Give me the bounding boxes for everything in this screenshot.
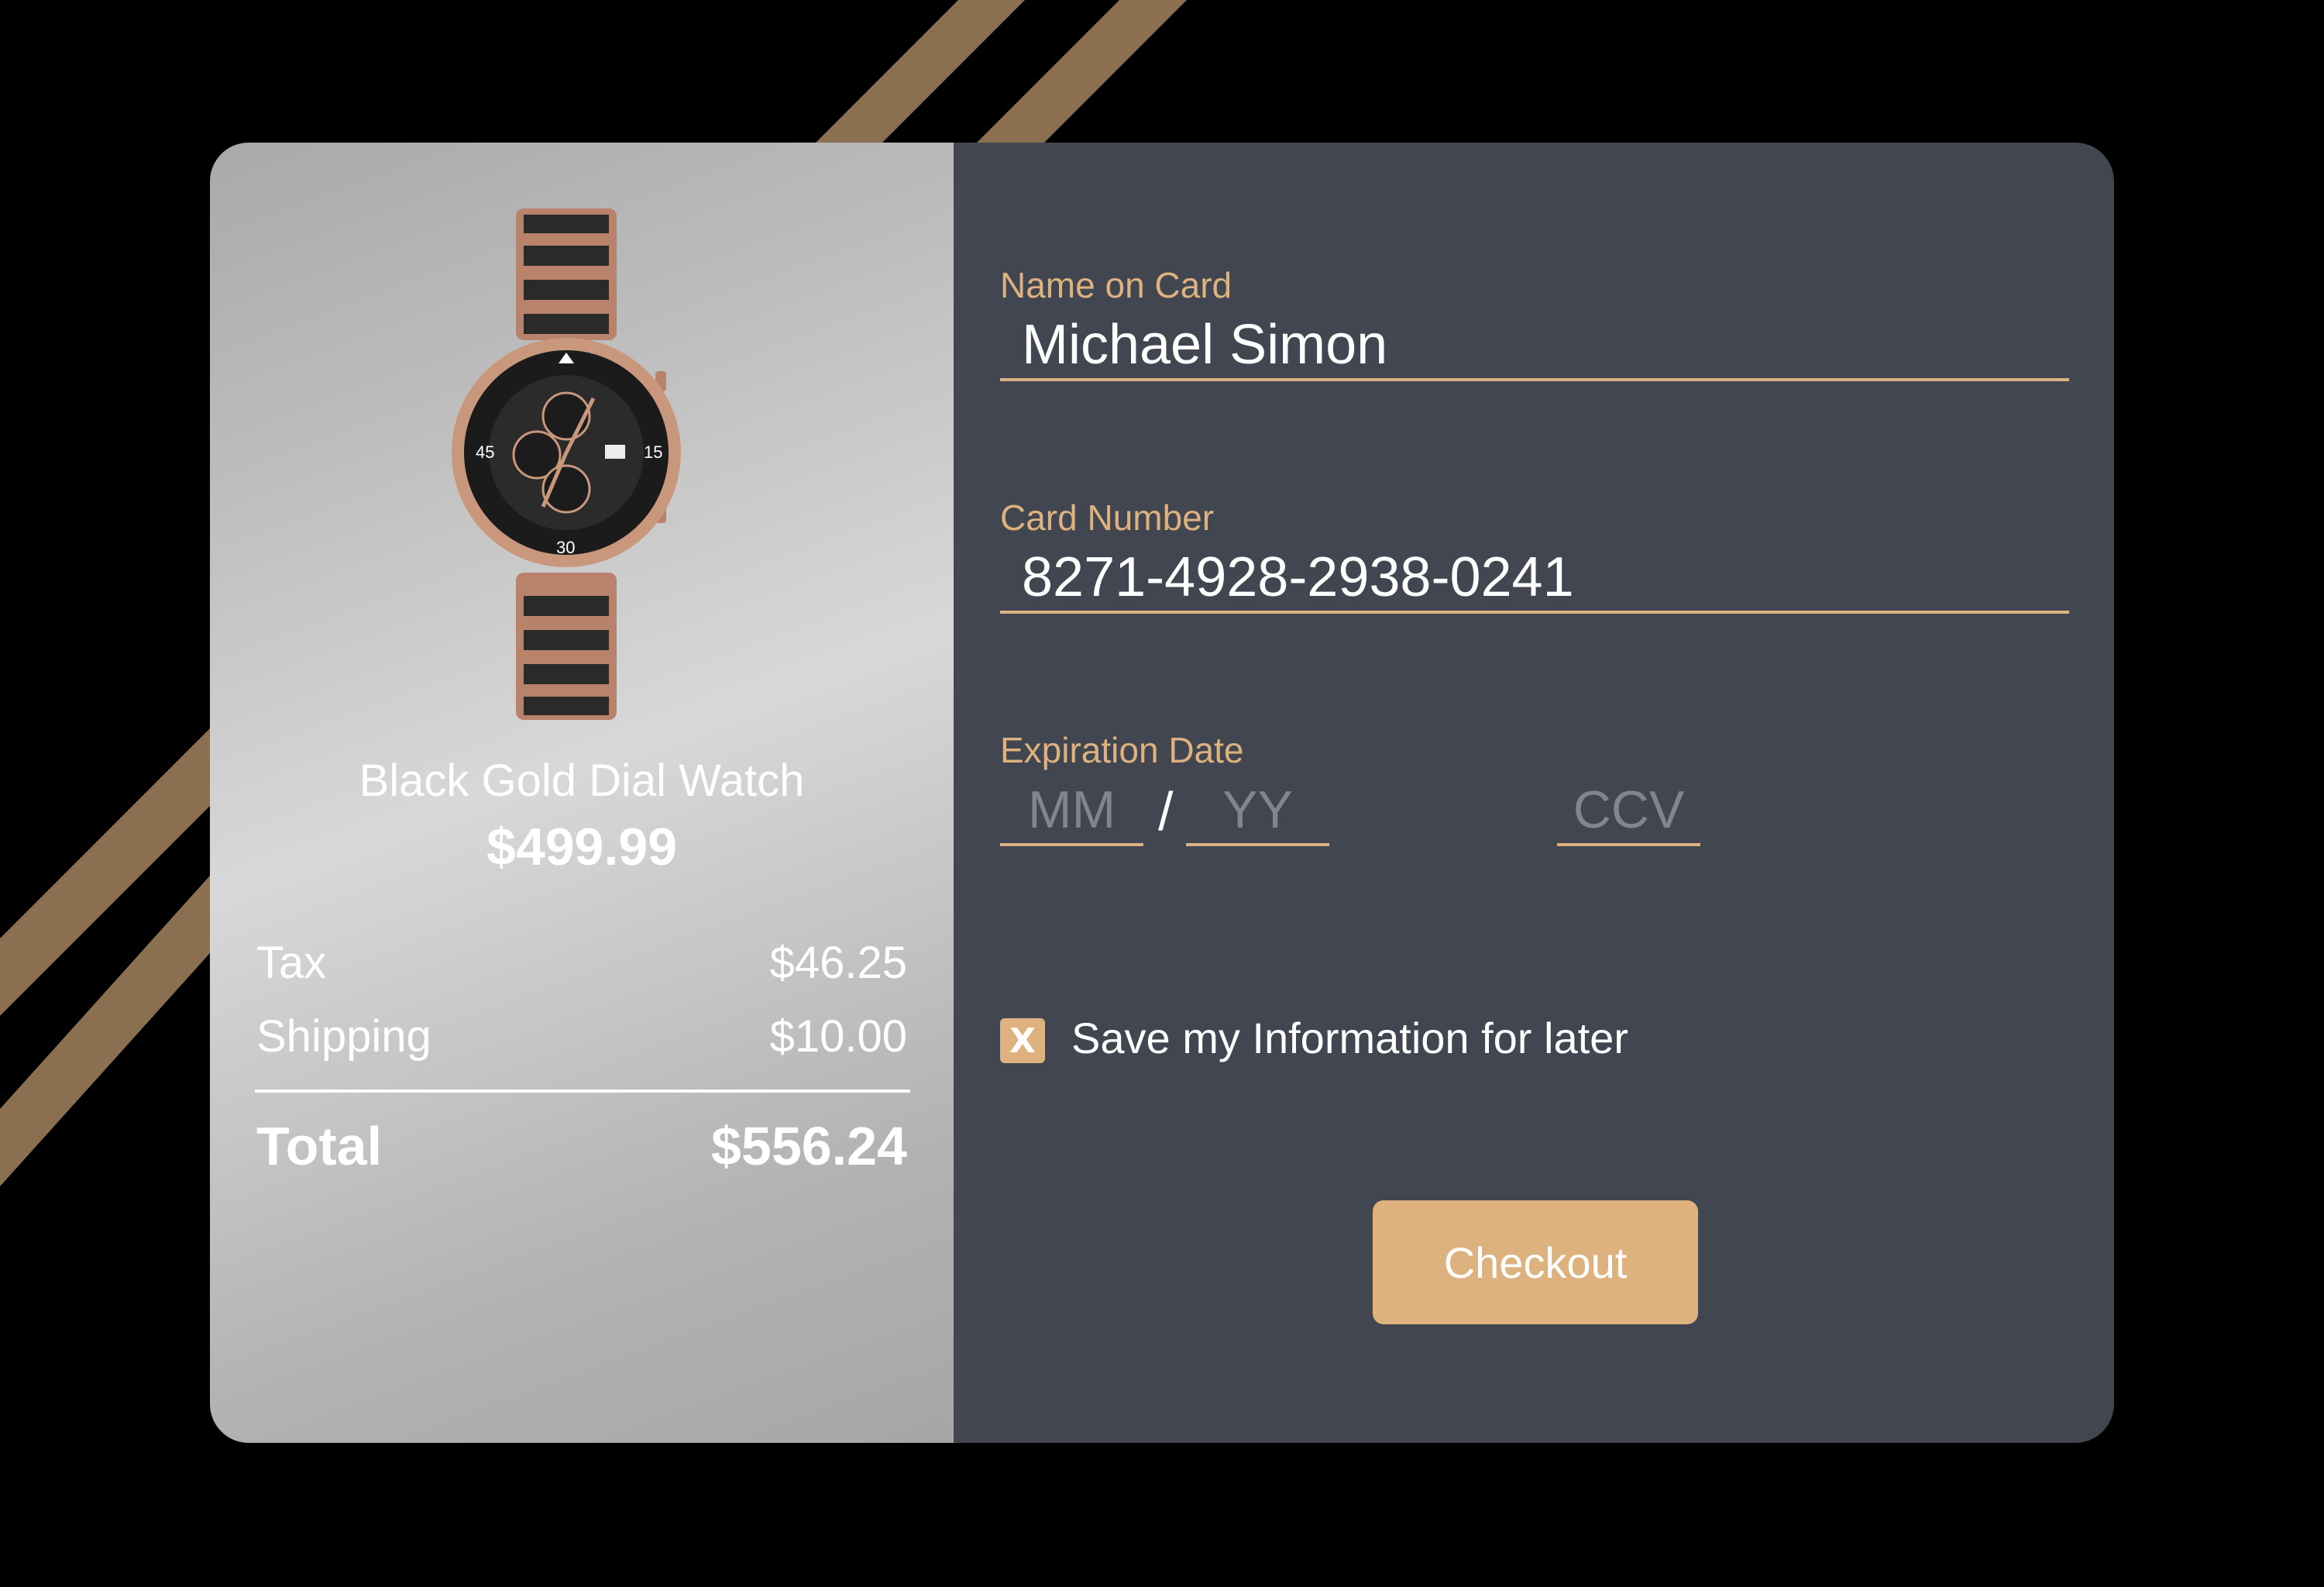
name-on-card-label: Name on Card [1000, 265, 1232, 305]
order-summary-panel: 45 15 30 Black Gold Dial Watch $499.99 T… [210, 143, 954, 1443]
product-price: $499.99 [486, 818, 677, 876]
svg-text:45: 45 [476, 442, 494, 462]
tax-row: Tax $46.25 [256, 937, 907, 989]
svg-text:30: 30 [556, 538, 575, 557]
total-label: Total [256, 1116, 383, 1176]
shipping-value: $10.00 [769, 1011, 907, 1062]
card-number-label: Card Number [1000, 497, 1215, 538]
expiration-year-input[interactable] [1186, 776, 1329, 846]
name-on-card-input[interactable] [1000, 312, 2069, 381]
total-row: Total $556.24 [256, 1115, 907, 1177]
checkout-button[interactable]: Checkout [1373, 1200, 1698, 1324]
watch-image: 45 15 30 [452, 208, 681, 720]
summary-divider [255, 1090, 910, 1093]
page-background: 45 15 30 Black Gold Dial Watch $499.99 T… [0, 0, 2324, 1587]
expiration-date-label: Expiration Date [1000, 730, 1244, 770]
save-info-checkbox[interactable]: X [1000, 1018, 1045, 1063]
save-info-label: Save my Information for later [1071, 1014, 1628, 1062]
checkout-card: 45 15 30 Black Gold Dial Watch $499.99 T… [210, 143, 2114, 1443]
product-name: Black Gold Dial Watch [359, 756, 805, 806]
shipping-label: Shipping [256, 1011, 431, 1062]
tax-value: $46.25 [769, 938, 907, 988]
expiration-month-input[interactable] [1000, 776, 1143, 846]
stripe-top-2 [972, 0, 1187, 147]
total-value: $556.24 [710, 1116, 907, 1176]
tax-label: Tax [256, 938, 327, 988]
card-number-input[interactable] [1000, 544, 2069, 614]
shipping-row: Shipping $10.00 [256, 1010, 907, 1062]
payment-form-panel: Name on Card Card Number Expiration Date… [954, 143, 2114, 1443]
date-separator: / [1158, 781, 1174, 842]
svg-text:15: 15 [644, 442, 662, 462]
ccv-input[interactable] [1557, 776, 1700, 846]
